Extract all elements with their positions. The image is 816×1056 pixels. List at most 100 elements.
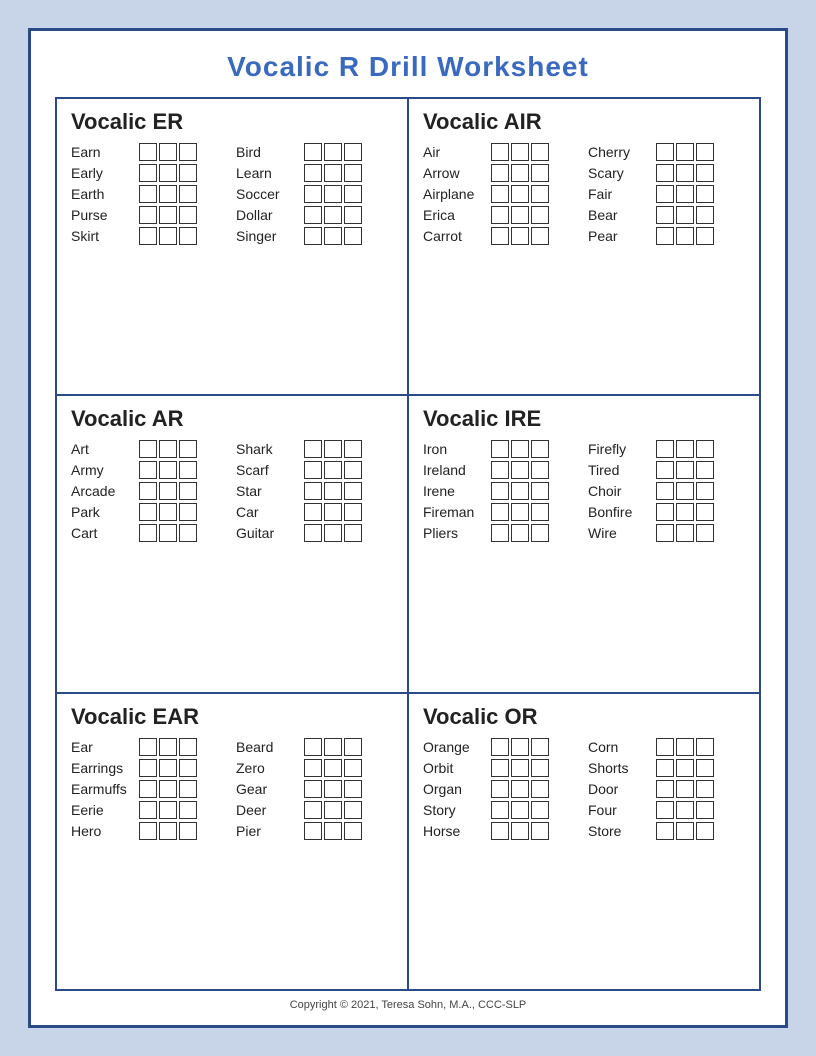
drill-box[interactable] <box>304 822 322 840</box>
drill-box[interactable] <box>696 503 714 521</box>
drill-box[interactable] <box>696 461 714 479</box>
drill-box[interactable] <box>159 524 177 542</box>
drill-box[interactable] <box>491 164 509 182</box>
drill-box[interactable] <box>491 227 509 245</box>
drill-box[interactable] <box>179 822 197 840</box>
drill-box[interactable] <box>531 524 549 542</box>
drill-box[interactable] <box>344 738 362 756</box>
drill-box[interactable] <box>656 524 674 542</box>
drill-box[interactable] <box>324 822 342 840</box>
drill-box[interactable] <box>491 482 509 500</box>
drill-box[interactable] <box>179 738 197 756</box>
drill-box[interactable] <box>304 461 322 479</box>
drill-box[interactable] <box>696 738 714 756</box>
drill-box[interactable] <box>159 185 177 203</box>
drill-box[interactable] <box>159 482 177 500</box>
drill-box[interactable] <box>511 822 529 840</box>
drill-box[interactable] <box>344 503 362 521</box>
drill-box[interactable] <box>531 503 549 521</box>
drill-box[interactable] <box>491 780 509 798</box>
drill-box[interactable] <box>511 482 529 500</box>
drill-box[interactable] <box>696 524 714 542</box>
drill-box[interactable] <box>344 801 362 819</box>
drill-box[interactable] <box>139 482 157 500</box>
drill-box[interactable] <box>159 206 177 224</box>
drill-box[interactable] <box>676 738 694 756</box>
drill-box[interactable] <box>344 143 362 161</box>
drill-box[interactable] <box>676 164 694 182</box>
drill-box[interactable] <box>491 143 509 161</box>
drill-box[interactable] <box>324 524 342 542</box>
drill-box[interactable] <box>324 206 342 224</box>
drill-box[interactable] <box>304 206 322 224</box>
drill-box[interactable] <box>324 227 342 245</box>
drill-box[interactable] <box>324 759 342 777</box>
drill-box[interactable] <box>696 164 714 182</box>
drill-box[interactable] <box>676 440 694 458</box>
drill-box[interactable] <box>511 440 529 458</box>
drill-box[interactable] <box>531 227 549 245</box>
drill-box[interactable] <box>511 738 529 756</box>
drill-box[interactable] <box>179 780 197 798</box>
drill-box[interactable] <box>511 801 529 819</box>
drill-box[interactable] <box>304 227 322 245</box>
drill-box[interactable] <box>531 482 549 500</box>
drill-box[interactable] <box>656 164 674 182</box>
drill-box[interactable] <box>344 185 362 203</box>
drill-box[interactable] <box>324 780 342 798</box>
drill-box[interactable] <box>139 524 157 542</box>
drill-box[interactable] <box>676 759 694 777</box>
drill-box[interactable] <box>531 164 549 182</box>
drill-box[interactable] <box>676 524 694 542</box>
drill-box[interactable] <box>179 461 197 479</box>
drill-box[interactable] <box>511 780 529 798</box>
drill-box[interactable] <box>696 759 714 777</box>
drill-box[interactable] <box>179 524 197 542</box>
drill-box[interactable] <box>179 482 197 500</box>
drill-box[interactable] <box>344 164 362 182</box>
drill-box[interactable] <box>656 780 674 798</box>
drill-box[interactable] <box>304 185 322 203</box>
drill-box[interactable] <box>656 822 674 840</box>
drill-box[interactable] <box>511 227 529 245</box>
drill-box[interactable] <box>656 143 674 161</box>
drill-box[interactable] <box>696 185 714 203</box>
drill-box[interactable] <box>159 503 177 521</box>
drill-box[interactable] <box>139 440 157 458</box>
drill-box[interactable] <box>696 227 714 245</box>
drill-box[interactable] <box>304 503 322 521</box>
drill-box[interactable] <box>324 440 342 458</box>
drill-box[interactable] <box>676 801 694 819</box>
drill-box[interactable] <box>179 440 197 458</box>
drill-box[interactable] <box>139 738 157 756</box>
drill-box[interactable] <box>656 503 674 521</box>
drill-box[interactable] <box>159 759 177 777</box>
drill-box[interactable] <box>159 440 177 458</box>
drill-box[interactable] <box>324 461 342 479</box>
drill-box[interactable] <box>676 206 694 224</box>
drill-box[interactable] <box>531 780 549 798</box>
drill-box[interactable] <box>656 206 674 224</box>
drill-box[interactable] <box>179 206 197 224</box>
drill-box[interactable] <box>491 461 509 479</box>
drill-box[interactable] <box>491 738 509 756</box>
drill-box[interactable] <box>531 759 549 777</box>
drill-box[interactable] <box>676 482 694 500</box>
drill-box[interactable] <box>491 801 509 819</box>
drill-box[interactable] <box>139 143 157 161</box>
drill-box[interactable] <box>531 143 549 161</box>
drill-box[interactable] <box>159 461 177 479</box>
drill-box[interactable] <box>139 759 157 777</box>
drill-box[interactable] <box>656 185 674 203</box>
drill-box[interactable] <box>304 524 322 542</box>
drill-box[interactable] <box>696 206 714 224</box>
drill-box[interactable] <box>491 759 509 777</box>
drill-box[interactable] <box>676 780 694 798</box>
drill-box[interactable] <box>676 227 694 245</box>
drill-box[interactable] <box>179 164 197 182</box>
drill-box[interactable] <box>139 801 157 819</box>
drill-box[interactable] <box>159 822 177 840</box>
drill-box[interactable] <box>304 143 322 161</box>
drill-box[interactable] <box>491 822 509 840</box>
drill-box[interactable] <box>531 801 549 819</box>
